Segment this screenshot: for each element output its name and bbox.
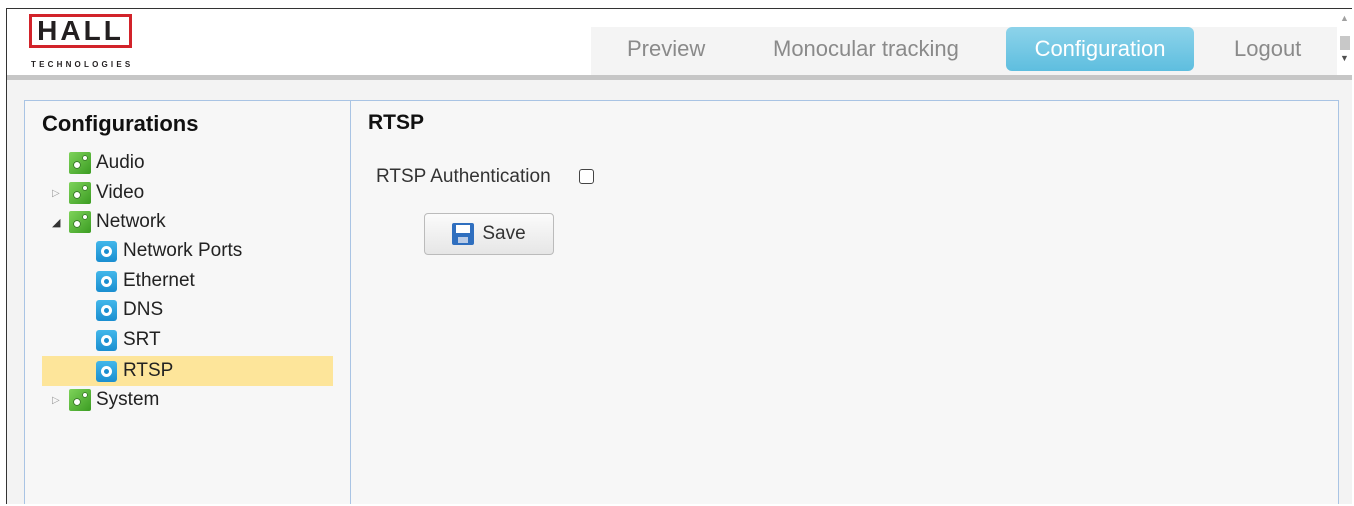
- nav-logout[interactable]: Logout: [1234, 27, 1301, 71]
- hall-technologies-logo: HALL TECHNOLOGIES: [29, 14, 135, 71]
- gear-blue-icon: [96, 270, 117, 292]
- tree-item-video[interactable]: Video: [69, 180, 144, 206]
- scrollbar-thumb[interactable]: [1340, 36, 1350, 50]
- tree-item-network[interactable]: Network: [69, 209, 166, 235]
- save-button[interactable]: Save: [424, 213, 554, 255]
- nav-preview[interactable]: Preview: [627, 27, 705, 71]
- logo-word: HALL: [37, 15, 124, 46]
- tree-item-rtsp[interactable]: RTSP: [42, 356, 333, 386]
- expand-arrow-icon[interactable]: ▷: [52, 395, 60, 406]
- floppy-disk-icon: [452, 223, 475, 245]
- gear-green-icon: [69, 389, 91, 411]
- logo-subtitle: TECHNOLOGIES: [31, 60, 134, 69]
- scroll-down-arrow-icon[interactable]: ▼: [1340, 53, 1349, 63]
- gear-green-icon: [69, 182, 91, 204]
- content-area: Configurations Audio ▷ Video ◢ Network N…: [7, 75, 1352, 504]
- app-frame: HALL TECHNOLOGIES Preview Monocular trac…: [6, 8, 1352, 504]
- tree-item-label: SRT: [123, 329, 161, 350]
- tree-item-label: Audio: [96, 152, 145, 173]
- gear-blue-icon: [96, 329, 117, 351]
- tree-item-system[interactable]: System: [69, 387, 159, 413]
- tree-item-ethernet[interactable]: Ethernet: [96, 268, 195, 294]
- tree-item-label: DNS: [123, 299, 164, 320]
- rtsp-authentication-label: RTSP Authentication: [376, 166, 551, 187]
- gear-blue-icon: [96, 360, 117, 382]
- gear-blue-icon: [96, 240, 117, 262]
- tree-item-label: Video: [96, 182, 145, 203]
- rtsp-authentication-checkbox[interactable]: [579, 169, 594, 184]
- gear-green-icon: [69, 211, 91, 233]
- tree-item-network-ports[interactable]: Network Ports: [96, 238, 242, 264]
- top-nav: Preview Monocular tracking Configuration…: [591, 27, 1337, 75]
- tree-item-srt[interactable]: SRT: [96, 327, 161, 353]
- nav-configuration[interactable]: Configuration: [1006, 27, 1194, 71]
- configurations-title: Configurations: [42, 111, 199, 136]
- save-button-label: Save: [482, 223, 526, 244]
- expand-arrow-icon[interactable]: ▷: [52, 188, 60, 199]
- section-title: RTSP: [368, 111, 425, 134]
- tree-item-label: Ethernet: [123, 270, 195, 291]
- tree-item-label: System: [96, 389, 160, 410]
- tree-item-label: Network: [96, 211, 166, 232]
- header: HALL TECHNOLOGIES Preview Monocular trac…: [7, 9, 1352, 75]
- tree-item-label: RTSP: [123, 360, 174, 381]
- tree-item-label: Network Ports: [123, 240, 243, 261]
- panel-divider: [350, 101, 351, 504]
- tree-item-audio[interactable]: Audio: [69, 150, 145, 176]
- collapse-arrow-icon[interactable]: ◢: [52, 216, 60, 229]
- config-panel: Configurations Audio ▷ Video ◢ Network N…: [24, 100, 1339, 504]
- gear-blue-icon: [96, 299, 117, 321]
- tree-item-dns[interactable]: DNS: [96, 297, 163, 323]
- scroll-up-arrow-icon[interactable]: ▲: [1340, 13, 1349, 23]
- gear-green-icon: [69, 152, 91, 174]
- nav-monocular-tracking[interactable]: Monocular tracking: [773, 27, 959, 71]
